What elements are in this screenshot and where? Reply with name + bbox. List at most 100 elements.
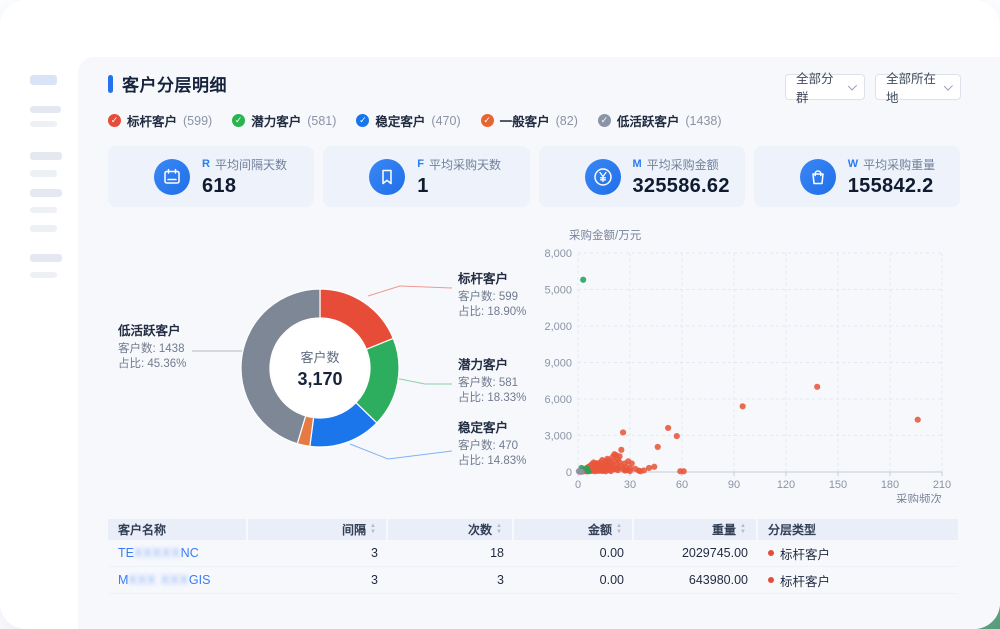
- col-label: 分层类型: [768, 521, 816, 538]
- svg-text:15,000: 15,000: [545, 285, 572, 297]
- cell-interval: 3: [248, 567, 388, 593]
- legend-item-benchmark[interactable]: ✓ 标杆客户 (599): [108, 111, 212, 130]
- table-header-row: 客户名称 间隔 ▲▼ 次数 ▲▼ 金额 ▲▼ 重量▲▼ 分层类型: [108, 519, 958, 540]
- cell-amount: 0.00: [514, 540, 634, 566]
- col-header-weight[interactable]: 重量▲▼: [634, 519, 758, 540]
- svg-text:150: 150: [829, 479, 847, 491]
- location-filter-dropdown[interactable]: 全部所在地: [875, 74, 961, 100]
- col-header-times[interactable]: 次数 ▲▼: [388, 519, 514, 540]
- main-panel: 客户分层明细 全部分群 全部所在地 ✓ 标杆客户 (599): [78, 57, 1000, 629]
- check-circle-icon: ✓: [481, 114, 494, 127]
- sidebar-item[interactable]: [30, 121, 57, 127]
- calendar-icon: [154, 159, 190, 195]
- sort-icon[interactable]: ▲▼: [496, 524, 502, 535]
- callout-title: 低活跃客户: [118, 320, 238, 339]
- svg-text:30: 30: [624, 479, 636, 491]
- svg-text:3,000: 3,000: [545, 431, 572, 443]
- title-bar: 客户分层明细: [108, 71, 227, 96]
- title-accent-bar: [108, 75, 113, 93]
- sort-icon[interactable]: ▲▼: [370, 524, 376, 535]
- legend-count: (82): [556, 114, 578, 128]
- check-circle-icon: ✓: [232, 114, 245, 127]
- col-label: 间隔: [342, 521, 366, 538]
- sidebar-item-active[interactable]: [30, 75, 57, 85]
- legend-count: (599): [183, 114, 212, 128]
- legend-count: (470): [431, 114, 460, 128]
- scatter-plot: 03,0006,0009,00012,00015,00018,000030609…: [545, 225, 955, 503]
- legend-item-stable[interactable]: ✓ 稳定客户 (470): [356, 111, 460, 130]
- sidebar-item[interactable]: [30, 225, 57, 232]
- legend-label: 一般客户: [500, 111, 550, 130]
- segment-legend: ✓ 标杆客户 (599) ✓ 潜力客户 (581) ✓ 稳定客户 (470) ✓…: [108, 111, 722, 130]
- col-header-type: 分层类型: [758, 519, 958, 540]
- check-circle-icon: ✓: [598, 114, 611, 127]
- sidebar-item[interactable]: [30, 152, 62, 160]
- svg-text:9,000: 9,000: [545, 358, 572, 370]
- metric-letter: M: [633, 158, 642, 170]
- cell-weight: 643980.00: [634, 567, 758, 593]
- sidebar-item[interactable]: [30, 189, 62, 197]
- legend-label: 低活跃客户: [617, 111, 680, 130]
- customer-name-link[interactable]: TEXXXXXNC: [118, 546, 199, 560]
- sidebar-item[interactable]: [30, 170, 57, 177]
- svg-text:采购金额/万元: 采购金额/万元: [569, 228, 642, 242]
- sidebar-item[interactable]: [30, 106, 61, 113]
- legend-item-general[interactable]: ✓ 一般客户 (82): [481, 111, 578, 130]
- sidebar: [0, 0, 78, 629]
- metric-value: 618: [202, 175, 287, 198]
- bag-icon: [800, 159, 836, 195]
- filter-bar: 全部分群 全部所在地: [785, 74, 961, 100]
- stat-card-weight: W 平均采购重量 155842.2: [754, 146, 960, 207]
- col-header-amount[interactable]: 金额 ▲▼: [514, 519, 634, 540]
- sort-icon[interactable]: ▲▼: [616, 524, 622, 535]
- svg-text:90: 90: [728, 479, 740, 491]
- chevron-down-icon: [944, 81, 953, 90]
- callout-low-active: 低活跃客户 客户数: 1438 占比: 45.36%: [118, 320, 238, 372]
- callout-count: 客户数: 1438: [118, 342, 238, 357]
- legend-item-low-active[interactable]: ✓ 低活跃客户 (1438): [598, 111, 722, 130]
- redacted-text: XXXXX: [134, 546, 181, 560]
- svg-text:210: 210: [933, 479, 951, 491]
- cell-interval: 3: [248, 540, 388, 566]
- metric-label: 平均间隔天数: [215, 156, 287, 173]
- sort-icon[interactable]: ▲▼: [740, 524, 746, 535]
- sidebar-item[interactable]: [30, 207, 57, 213]
- legend-count: (1438): [685, 114, 721, 128]
- table-row[interactable]: TEXXXXXNC 3 18 0.00 2029745.00 标杆客户: [108, 540, 958, 567]
- group-filter-label: 全部分群: [796, 68, 840, 106]
- col-header-interval[interactable]: 间隔 ▲▼: [248, 519, 388, 540]
- metric-value: 155842.2: [848, 175, 935, 198]
- scatter-chart: 03,0006,0009,00012,00015,00018,000030609…: [545, 225, 955, 508]
- svg-text:6,000: 6,000: [545, 394, 572, 406]
- stat-card-monetary: M平均采购金额 325586.62: [539, 146, 745, 207]
- legend-label: 稳定客户: [375, 111, 425, 130]
- legend-item-potential[interactable]: ✓ 潜力客户 (581): [232, 111, 336, 130]
- sidebar-item[interactable]: [30, 254, 62, 262]
- metric-label: 平均采购重量: [863, 156, 935, 173]
- table-row[interactable]: MXXX XXXGIS 3 3 0.00 643980.00 标杆客户: [108, 567, 958, 594]
- check-circle-icon: ✓: [108, 114, 121, 127]
- metric-letter: R: [202, 158, 210, 170]
- cell-type: 标杆客户: [758, 567, 958, 593]
- check-circle-icon: ✓: [356, 114, 369, 127]
- metric-letter: W: [848, 158, 858, 170]
- svg-text:采购频次: 采购频次: [896, 492, 942, 503]
- customer-name-link[interactable]: MXXX XXXGIS: [118, 573, 210, 587]
- group-filter-dropdown[interactable]: 全部分群: [785, 74, 865, 100]
- col-label: 金额: [588, 521, 612, 538]
- sidebar-item[interactable]: [30, 272, 57, 278]
- svg-text:12,000: 12,000: [545, 321, 572, 333]
- cell-times: 3: [388, 567, 514, 593]
- svg-text:0: 0: [566, 467, 572, 479]
- svg-text:180: 180: [881, 479, 899, 491]
- chevron-down-icon: [848, 81, 857, 90]
- stat-card-recency: R 平均间隔天数 618: [108, 146, 314, 207]
- callout-pct: 占比: 45.36%: [118, 357, 238, 372]
- stat-cards: R平均间隔天数 618 F平均采购天数 1: [108, 146, 960, 207]
- col-label: 次数: [468, 521, 492, 538]
- legend-count: (581): [307, 114, 336, 128]
- col-label: 客户名称: [118, 521, 166, 538]
- customer-table: 客户名称 间隔 ▲▼ 次数 ▲▼ 金额 ▲▼ 重量▲▼ 分层类型 TEXXXXXNC …: [108, 519, 958, 594]
- svg-text:18,000: 18,000: [545, 248, 572, 260]
- metric-label: 平均采购天数: [429, 156, 501, 173]
